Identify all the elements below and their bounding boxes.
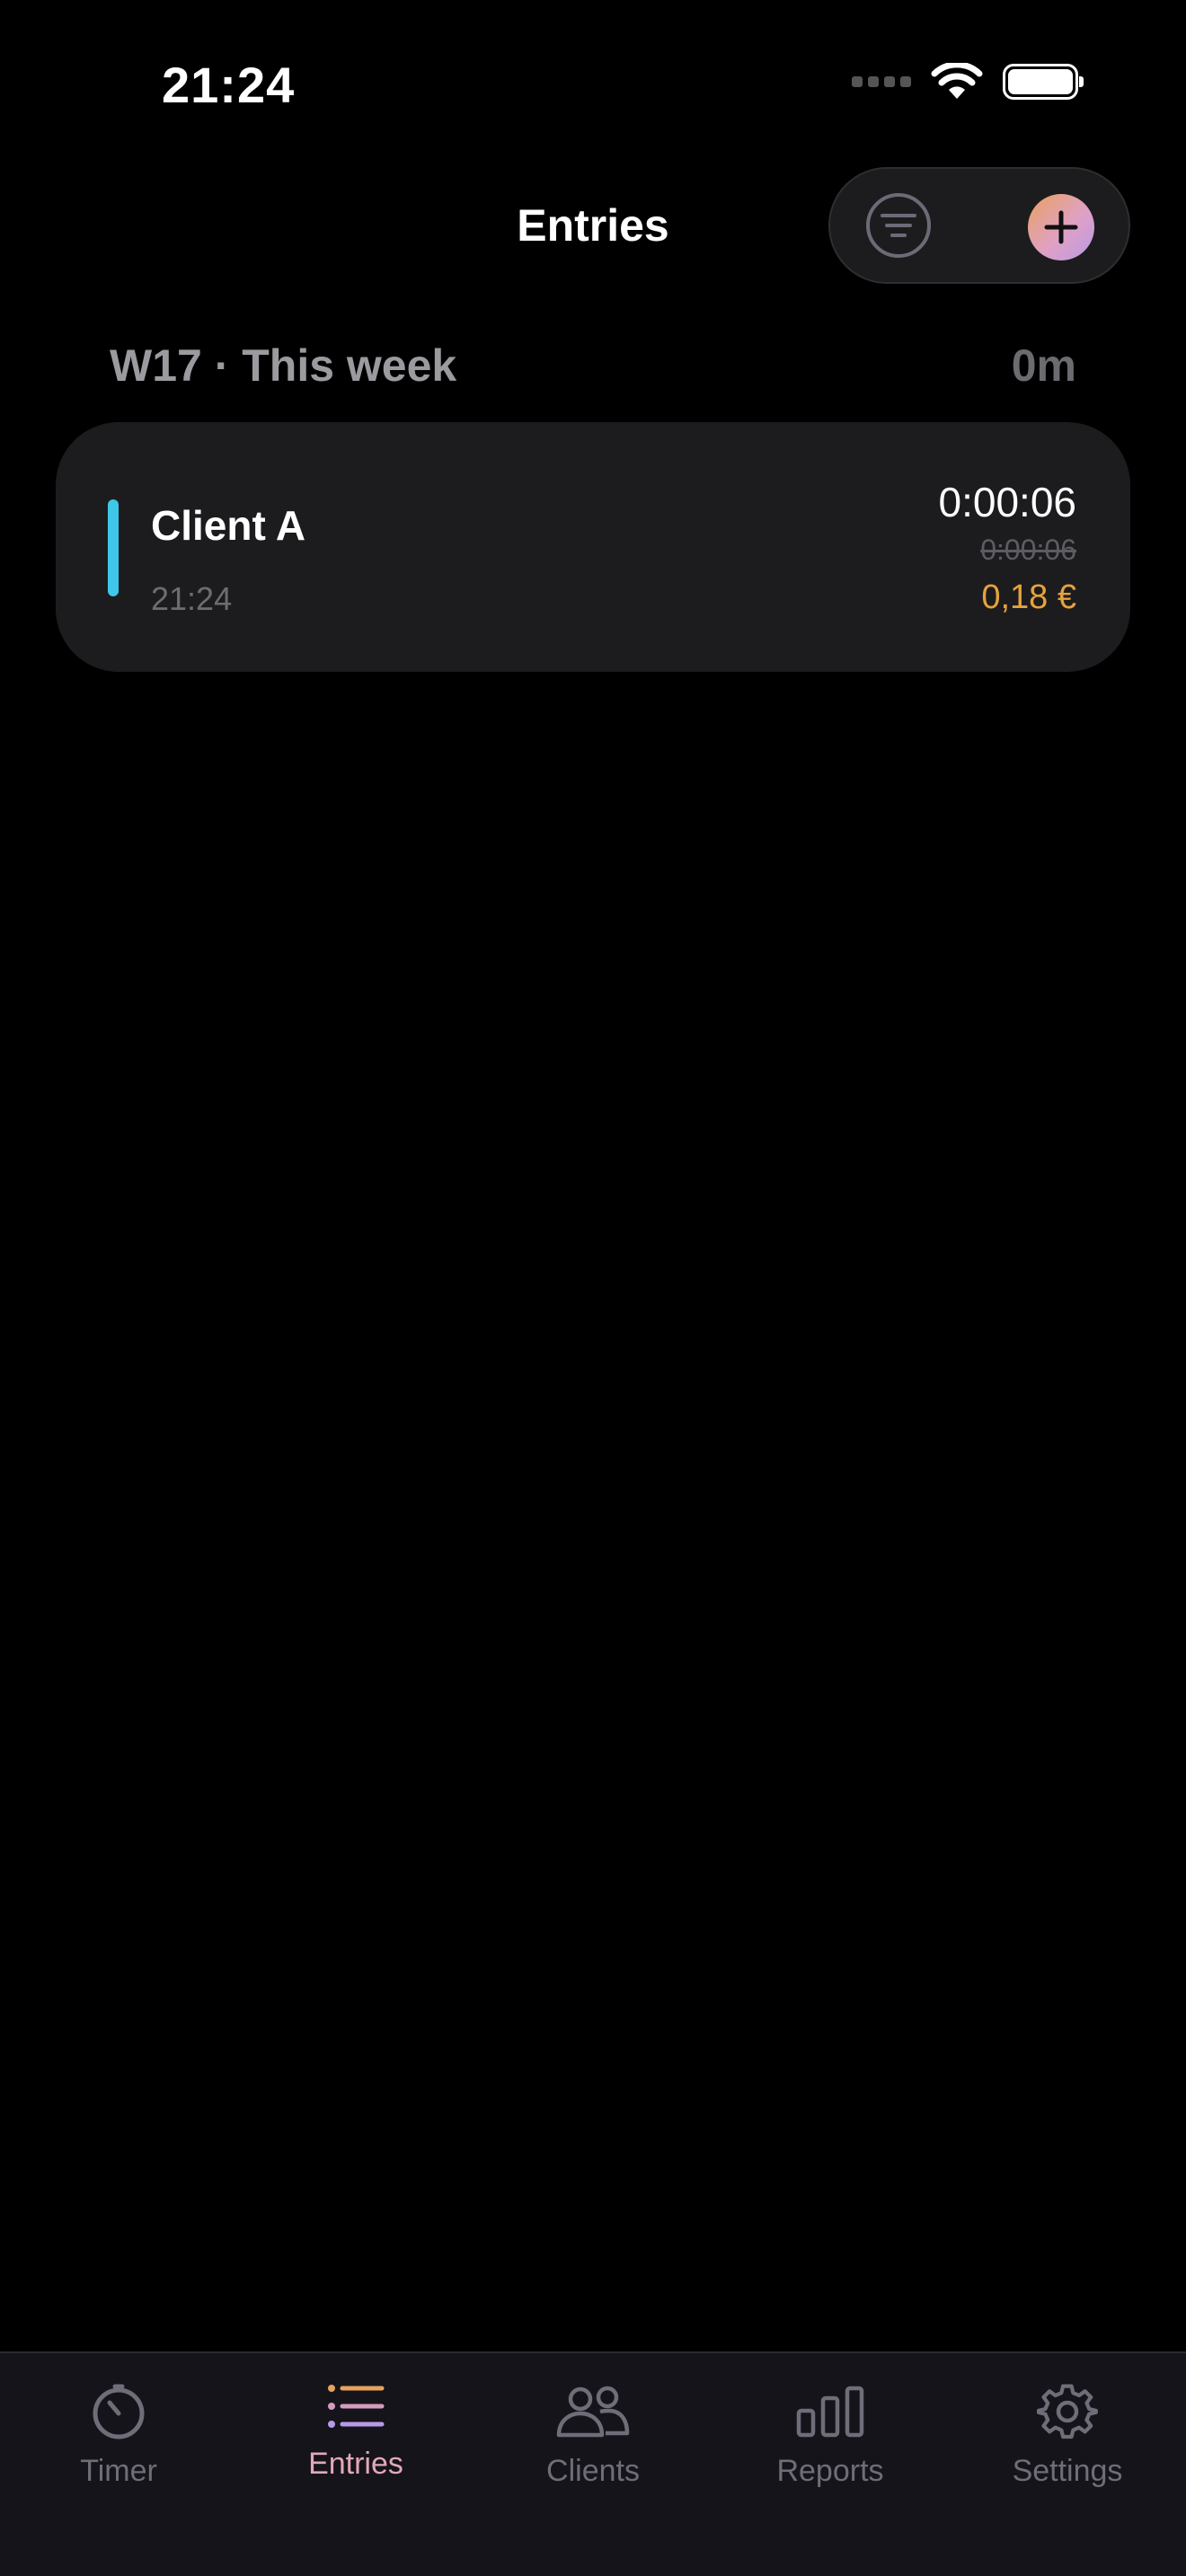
tab-entries[interactable]: Entries [237,2353,474,2533]
people-icon [556,2386,630,2438]
cellular-signal-icon [852,76,911,87]
tab-bar: Timer Entries Clients Reports Settings [0,2351,1186,2576]
status-time: 21:24 [162,57,296,113]
stopwatch-icon [93,2384,145,2439]
add-entry-button[interactable] [1028,194,1094,260]
tab-label: Reports [776,2454,884,2488]
entry-rounded-duration: 0:00:06 [980,534,1076,566]
tab-settings[interactable]: Settings [949,2353,1186,2533]
bar-chart-icon [796,2386,864,2438]
plus-icon [1044,210,1078,244]
tab-label: Clients [546,2454,640,2488]
tab-timer[interactable]: Timer [0,2353,237,2533]
status-icons [852,63,1084,101]
entry-start-time: 21:24 [151,580,233,617]
wifi-icon [931,63,983,99]
battery-icon [1003,64,1084,100]
filter-icon [881,214,916,217]
entry-duration: 0:00:06 [938,479,1076,525]
tab-label: Timer [80,2454,157,2488]
entry-client-name: Client A [151,502,306,549]
entry-card[interactable]: Client A 21:24 0:00:06 0:00:06 0,18 € [56,422,1130,672]
week-section-header: W17 · This week 0m [110,340,1076,392]
tab-clients[interactable]: Clients [474,2353,712,2533]
week-total: 0m [1011,340,1076,391]
filter-button[interactable] [866,193,931,258]
week-label: W17 · This week [110,340,457,391]
tab-label: Entries [308,2447,403,2481]
header-actions [828,167,1130,284]
tab-label: Settings [1012,2454,1123,2488]
tab-reports[interactable]: Reports [712,2353,949,2533]
entry-amount: 0,18 € [981,578,1076,616]
list-icon [328,2385,385,2428]
gear-icon [1037,2384,1098,2439]
client-color-bar [108,499,119,596]
